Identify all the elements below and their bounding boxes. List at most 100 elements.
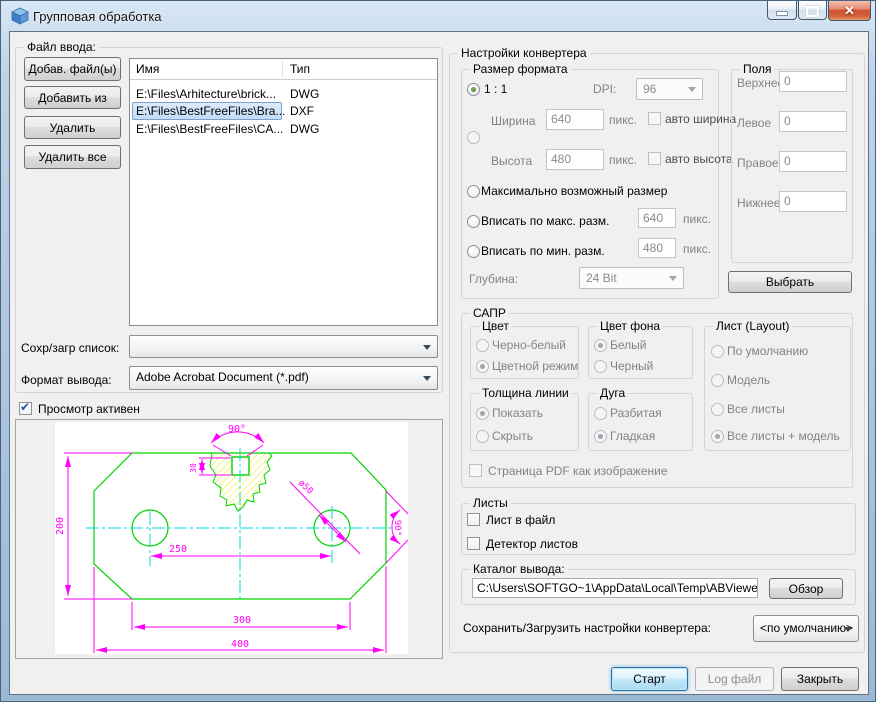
layout-all-label: Все листы <box>727 402 785 416</box>
depth-combo[interactable]: 24 Bit <box>579 267 684 289</box>
cad-color-caption: Цвет <box>479 319 512 333</box>
radio-fit-max[interactable] <box>467 215 480 228</box>
radio-layout-all[interactable] <box>711 403 724 416</box>
lineweight-hide-label: Скрыть <box>492 429 533 443</box>
save-load-list-label: Сохр/загр список: <box>21 341 119 355</box>
px-label: пикс. <box>609 113 637 127</box>
converter-settings-caption: Настройки конвертера <box>458 46 590 60</box>
maximize-icon <box>806 6 819 17</box>
column-separator[interactable] <box>282 61 283 77</box>
maximize-button[interactable] <box>798 1 827 20</box>
dim-400: 400 <box>231 639 249 650</box>
file-name: E:\Files\Arhitecture\brick... <box>136 87 276 101</box>
choose-button[interactable]: Выбрать <box>728 271 852 293</box>
close-icon: ✕ <box>844 3 855 19</box>
radio-black-white[interactable] <box>476 339 489 352</box>
file-row[interactable]: E:\Files\BestFreeFiles\CA... DWG <box>130 121 437 138</box>
column-header-type[interactable]: Тип <box>290 62 310 76</box>
radio-arc-broken[interactable] <box>594 407 607 420</box>
radio-bg-white[interactable] <box>594 339 607 352</box>
profiles-value: <по умолчанию> <box>760 621 853 635</box>
height-field[interactable]: 480 <box>546 149 604 170</box>
chevron-down-icon <box>423 345 431 354</box>
radio-layout-default[interactable] <box>711 345 724 358</box>
dim-30: 30 <box>189 463 198 473</box>
profiles-combo[interactable]: <по умолчанию> <box>753 615 859 642</box>
remove-all-button[interactable]: Удалить все <box>24 145 121 169</box>
margin-bottom-field[interactable]: 0 <box>779 191 847 212</box>
output-format-combo[interactable]: Adobe Acrobat Document (*.pdf) <box>129 366 438 390</box>
remove-button[interactable]: Удалить <box>24 116 121 139</box>
radio-lineweight-hide[interactable] <box>476 430 489 443</box>
lineweight-show-label: Показать <box>492 406 543 420</box>
file-name: E:\Files\BestFreeFiles\CA... <box>136 122 283 136</box>
px-label: пикс. <box>609 153 637 167</box>
radio-layout-model[interactable] <box>711 374 724 387</box>
output-format-value: Adobe Acrobat Document (*.pdf) <box>136 370 309 384</box>
auto-height-checkbox[interactable] <box>648 152 661 165</box>
depth-value: 24 Bit <box>586 271 617 285</box>
bg-white-label: Белый <box>610 338 646 352</box>
radio-custom-size[interactable] <box>467 131 480 144</box>
file-list-header: Имя Тип <box>130 59 437 80</box>
dpi-value: 96 <box>643 82 656 96</box>
save-load-list-combo[interactable] <box>129 335 438 358</box>
fit-max-field[interactable]: 640 <box>638 208 676 228</box>
dim-angle-top: 90° <box>228 424 246 435</box>
preview-active-label: Просмотр активен <box>38 402 140 416</box>
dim-300: 300 <box>233 615 251 626</box>
dim-200: 200 <box>55 517 66 535</box>
margin-top-label: Верхнее <box>737 76 784 90</box>
add-files-button[interactable]: Добав. файл(ы) <box>24 57 121 81</box>
output-dir-field[interactable]: C:\Users\SOFTGO~1\AppData\Local\Temp\ABV… <box>472 578 758 598</box>
output-format-label: Формат вывода: <box>21 373 112 387</box>
file-type: DXF <box>290 104 314 118</box>
close-dialog-button[interactable]: Закрыть <box>781 667 859 691</box>
dpi-combo[interactable]: 96 <box>636 78 703 100</box>
sheet-detector-checkbox[interactable] <box>467 537 480 550</box>
layout-default-label: По умолчанию <box>727 344 808 358</box>
radio-color-mode[interactable] <box>476 360 489 373</box>
auto-width-checkbox[interactable] <box>648 112 661 125</box>
minimize-button[interactable] <box>767 1 797 20</box>
file-type: DWG <box>290 122 319 136</box>
arc-caption: Дуга <box>597 386 628 400</box>
margin-right-field[interactable]: 0 <box>779 151 847 172</box>
file-row-selected[interactable]: E:\Files\BestFreeFiles\Bra... DXF <box>130 103 437 120</box>
column-header-name[interactable]: Имя <box>136 62 159 76</box>
file-list[interactable]: Имя Тип E:\Files\Arhitecture\brick... DW… <box>129 58 438 326</box>
radio-fit-min[interactable] <box>467 245 480 258</box>
close-button[interactable]: ✕ <box>828 1 871 21</box>
chevron-down-icon <box>669 276 677 285</box>
margin-left-label: Левое <box>737 116 771 130</box>
browse-button[interactable]: Обзор <box>769 578 843 599</box>
radio-1to1[interactable] <box>467 83 480 96</box>
app-cube-icon <box>11 7 29 25</box>
px-label: пикс. <box>683 212 711 226</box>
pdf-as-image-checkbox[interactable] <box>469 464 482 477</box>
window-title: Групповая обработка <box>33 9 162 24</box>
preview-active-checkbox[interactable] <box>19 402 32 415</box>
radio-layout-all-model[interactable] <box>711 430 724 443</box>
fit-min-field[interactable]: 480 <box>638 238 676 258</box>
start-button[interactable]: Старт <box>611 667 688 691</box>
margin-top-field[interactable]: 0 <box>779 71 847 92</box>
margins-caption: Поля <box>740 62 775 76</box>
width-field[interactable]: 640 <box>546 109 604 130</box>
width-label: Ширина <box>491 114 535 128</box>
file-row[interactable]: E:\Files\Arhitecture\brick... DWG <box>130 86 437 103</box>
radio-arc-smooth[interactable] <box>594 430 607 443</box>
margin-left-field[interactable]: 0 <box>779 111 847 132</box>
cad-caption: САПР <box>470 306 509 320</box>
radio-max-possible[interactable] <box>467 185 480 198</box>
pdf-as-image-label: Страница PDF как изображение <box>488 464 668 478</box>
sheet-per-file-checkbox[interactable] <box>467 513 480 526</box>
radio-lineweight-show[interactable] <box>476 407 489 420</box>
radio-bg-black[interactable] <box>594 360 607 373</box>
format-size-caption: Размер формата <box>470 62 571 76</box>
chevron-down-icon <box>844 627 852 636</box>
log-file-button[interactable]: Log файл <box>695 667 774 691</box>
add-from-button[interactable]: Добавить из <box>24 86 121 109</box>
preview-panel: 200 400 300 250 30 ø50 90° 90° <box>15 419 443 659</box>
layout-model-label: Модель <box>727 373 770 387</box>
